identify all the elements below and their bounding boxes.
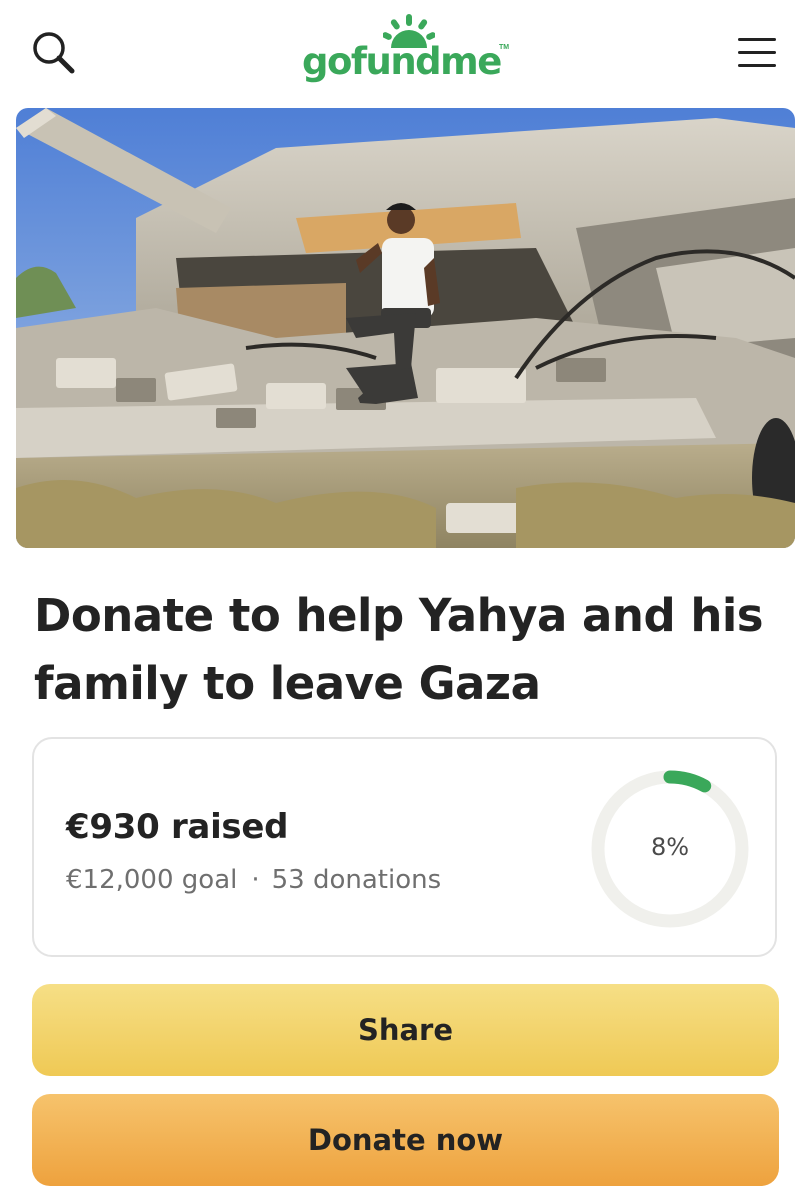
meta-separator: ·	[251, 865, 260, 895]
trademark-mark: TM	[499, 44, 510, 51]
amount-raised: €930 raised	[66, 807, 289, 847]
top-bar: gofundme TM	[0, 0, 811, 100]
search-button[interactable]	[28, 28, 80, 80]
menu-button[interactable]	[732, 33, 782, 73]
donation-count: 53 donations	[271, 865, 442, 895]
rubble-photo	[16, 108, 795, 548]
donate-now-button[interactable]: Donate now	[32, 1094, 779, 1186]
goal-amount: €12,000 goal	[66, 865, 238, 895]
search-icon	[33, 32, 75, 74]
share-button[interactable]: Share	[32, 984, 779, 1076]
progress-percent: 8%	[650, 833, 690, 861]
campaign-title: Donate to help Yahya and his family to l…	[34, 589, 764, 710]
hamburger-menu-icon	[738, 38, 776, 67]
gofundme-logo[interactable]: gofundme TM	[300, 14, 515, 94]
goal-and-donations: €12,000 goal · 53 donations	[66, 865, 441, 895]
progress-card: €930 raised €12,000 goal · 53 donations 8%	[32, 737, 777, 957]
campaign-hero-image[interactable]	[16, 108, 795, 548]
logo-wordmark: gofundme	[302, 40, 502, 83]
